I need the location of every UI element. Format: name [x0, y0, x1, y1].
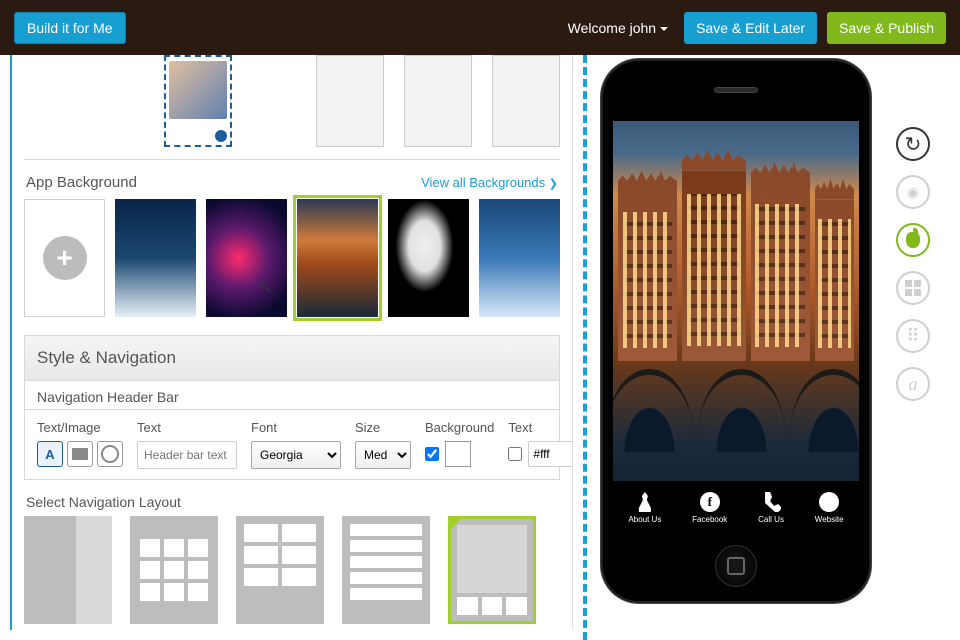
navigation-header-bar-label: Navigation Header Bar: [24, 381, 560, 410]
text-toggle-button[interactable]: A: [37, 441, 63, 467]
globe-icon: [819, 492, 839, 512]
size-select[interactable]: Med: [355, 441, 411, 469]
preview-tabbar: About Us Facebook Call Us Website: [613, 481, 859, 535]
build-it-button[interactable]: Build it for Me: [14, 12, 126, 44]
blackberry-icon[interactable]: [896, 319, 930, 353]
tab-about-us[interactable]: About Us: [628, 492, 661, 524]
app-background-title: App Background: [26, 174, 137, 191]
amazon-icon[interactable]: [896, 367, 930, 401]
text-color-checkbox[interactable]: [508, 447, 522, 461]
android-icon[interactable]: [896, 175, 930, 209]
style-navigation-heading: Style & Navigation: [24, 335, 560, 381]
background-thumbnails: +: [24, 199, 560, 335]
background-thumb[interactable]: [479, 199, 560, 317]
header-text-input[interactable]: [137, 441, 237, 469]
welcome-label: Welcome john: [568, 20, 656, 36]
font-select[interactable]: Georgia: [251, 441, 341, 469]
phone-frame: About Us Facebook Call Us Website: [603, 61, 869, 601]
layout-bottom[interactable]: Bottom: [24, 516, 112, 630]
save-publish-button[interactable]: Save & Publish: [827, 12, 946, 44]
navigation-header-controls: Text/Image A Text Font Georgia Size: [24, 410, 560, 480]
save-edit-later-button[interactable]: Save & Edit Later: [684, 12, 817, 44]
phone-screen: About Us Facebook Call Us Website: [613, 121, 859, 535]
welcome-user-dropdown[interactable]: Welcome john: [562, 20, 674, 36]
info-icon[interactable]: [215, 130, 227, 142]
facebook-icon: [700, 492, 720, 512]
top-bar: Build it for Me Welcome john Save & Edit…: [0, 0, 960, 55]
layout-matrix-3x3[interactable]: Matrix 3*3: [342, 516, 430, 630]
background-thumb[interactable]: [388, 199, 469, 317]
carousel-slot-upload[interactable]: [164, 55, 232, 147]
plus-icon: +: [43, 236, 87, 280]
caret-down-icon: [660, 27, 668, 31]
background-color-swatch[interactable]: [445, 441, 471, 467]
tab-website[interactable]: Website: [815, 492, 844, 524]
preview-column: About Us Facebook Call Us Website: [583, 55, 885, 640]
platform-switcher: [885, 55, 941, 640]
carousel-slot-empty[interactable]: [404, 55, 472, 147]
background-thumb-selected[interactable]: [297, 199, 378, 317]
tab-facebook[interactable]: Facebook: [692, 492, 727, 524]
navigation-layouts: Bottom List Matrix 2*2 Matrix 3*3 Slide …: [24, 516, 560, 630]
chevron-right-icon: ❯: [549, 178, 558, 190]
carousel-slot-empty[interactable]: [492, 55, 560, 147]
text-color-input[interactable]: [528, 441, 573, 467]
phone-icon: [761, 492, 781, 512]
none-toggle-button[interactable]: [97, 441, 123, 467]
background-label: Background: [425, 420, 494, 435]
view-all-backgrounds-link[interactable]: View all Backgrounds ❯: [421, 175, 558, 190]
apple-icon[interactable]: [896, 223, 930, 257]
select-navigation-layout-title: Select Navigation Layout: [24, 480, 560, 516]
windows-icon[interactable]: [896, 271, 930, 305]
phone-home-button[interactable]: [715, 545, 757, 587]
layout-slide-out-menu[interactable]: Slide Out Menu: [448, 516, 536, 630]
background-checkbox[interactable]: [425, 447, 439, 461]
text-label: Text: [137, 420, 237, 435]
add-background-button[interactable]: +: [24, 199, 105, 317]
refresh-icon[interactable]: [896, 127, 930, 161]
background-thumb[interactable]: [115, 199, 196, 317]
carousel-slot-empty[interactable]: [316, 55, 384, 147]
size-label: Size: [355, 420, 411, 435]
carousel-upload-row: [24, 55, 560, 160]
tab-call-us[interactable]: Call Us: [758, 492, 784, 524]
image-toggle-button[interactable]: [67, 441, 93, 467]
background-thumb[interactable]: [206, 199, 287, 317]
text-image-label: Text/Image: [37, 420, 123, 435]
person-icon: [635, 492, 655, 512]
phone-speaker: [714, 87, 758, 93]
text-color-label: Text: [508, 420, 573, 435]
layout-list[interactable]: List: [130, 516, 218, 630]
font-label: Font: [251, 420, 341, 435]
layout-matrix-2x2[interactable]: Matrix 2*2: [236, 516, 324, 630]
